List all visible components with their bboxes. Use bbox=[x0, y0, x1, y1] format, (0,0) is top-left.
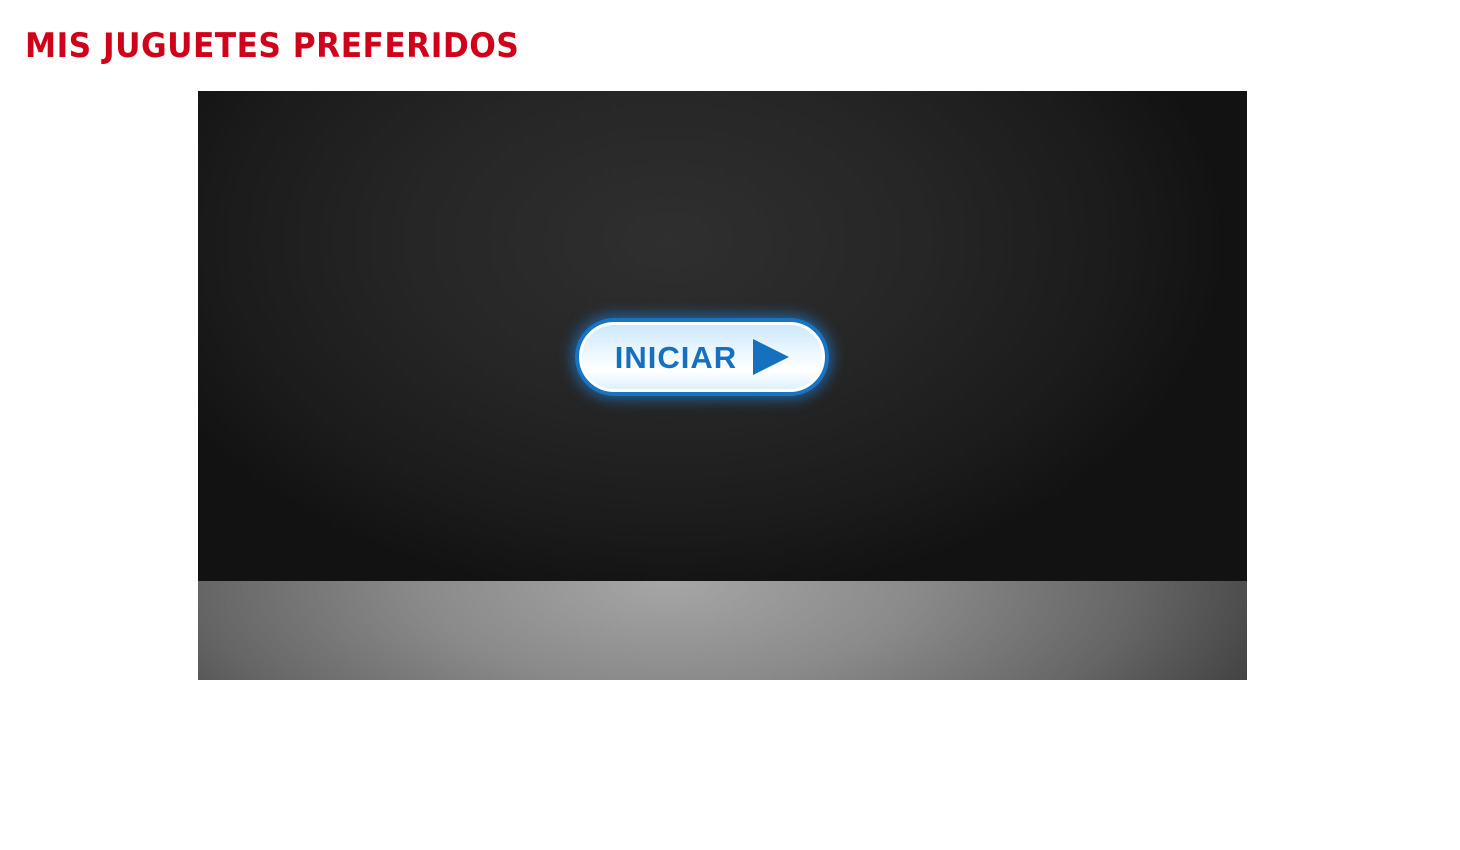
page-title: MIS JUGUETES PREFERIDOS bbox=[25, 26, 520, 66]
stage-floor bbox=[198, 581, 1247, 680]
play-icon bbox=[753, 339, 790, 375]
media-player[interactable]: INICIAR bbox=[198, 91, 1247, 680]
page: MIS JUGUETES PREFERIDOS INICIAR bbox=[0, 0, 1460, 850]
start-button-label: INICIAR bbox=[614, 339, 738, 375]
start-button[interactable]: INICIAR bbox=[575, 318, 829, 396]
